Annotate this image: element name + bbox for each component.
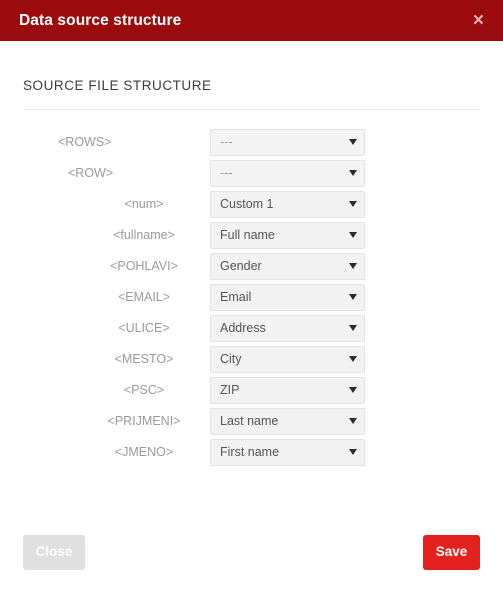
- structure-row: <MESTO> City: [23, 344, 480, 375]
- structure-node-label: <num>: [124, 196, 164, 211]
- structure-node-label: <PSC>: [123, 382, 165, 397]
- field-mapping-select-wrapper: ---: [210, 128, 365, 156]
- field-mapping-select-wrapper: Full name: [210, 221, 365, 249]
- structure-node-label: <POHLAVI>: [110, 258, 178, 273]
- save-button[interactable]: Save: [423, 534, 480, 570]
- close-button[interactable]: Close: [23, 534, 85, 570]
- structure-node-label: <EMAIL>: [117, 289, 171, 304]
- field-mapping-select-wrapper: City: [210, 345, 365, 373]
- structure-mapping-list: <ROWS> --- <ROW> --- <num> Custom 1 <fullname>…: [23, 127, 480, 468]
- dialog-title: Data source structure: [19, 11, 182, 29]
- structure-row: <POHLAVI> Gender: [23, 251, 480, 282]
- field-mapping-select[interactable]: ---: [210, 128, 365, 156]
- structure-node-label: <MESTO>: [114, 351, 174, 366]
- dialog-header: Data source structure ×: [0, 0, 503, 41]
- field-mapping-select-wrapper: Gender: [210, 252, 365, 280]
- structure-row: <PSC> ZIP: [23, 375, 480, 406]
- field-mapping-select-wrapper: First name: [210, 438, 365, 466]
- structure-row: <PRIJMENI> Last name: [23, 406, 480, 437]
- field-mapping-select[interactable]: ZIP: [210, 376, 365, 404]
- structure-row: <EMAIL> Email: [23, 282, 480, 313]
- dialog-body: SOURCE FILE STRUCTURE <ROWS> --- <ROW> --- <…: [0, 41, 503, 510]
- structure-node-label: <fullname>: [113, 227, 175, 242]
- dialog-footer: Close Save: [0, 510, 503, 594]
- field-mapping-select[interactable]: Full name: [210, 221, 365, 249]
- structure-row: <JMENO> First name: [23, 437, 480, 468]
- structure-node-label: <PRIJMENI>: [107, 413, 181, 428]
- structure-node-label: <ROW>: [68, 165, 114, 180]
- field-mapping-select[interactable]: Last name: [210, 407, 365, 435]
- field-mapping-select-wrapper: Address: [210, 314, 365, 342]
- field-mapping-select[interactable]: Email: [210, 283, 365, 311]
- field-mapping-select[interactable]: Address: [210, 314, 365, 342]
- field-mapping-select[interactable]: ---: [210, 159, 365, 187]
- field-mapping-select-wrapper: ZIP: [210, 376, 365, 404]
- structure-row: <fullname> Full name: [23, 220, 480, 251]
- field-mapping-select[interactable]: Gender: [210, 252, 365, 280]
- close-icon[interactable]: ×: [470, 9, 487, 32]
- section-heading: SOURCE FILE STRUCTURE: [23, 78, 212, 93]
- field-mapping-select[interactable]: City: [210, 345, 365, 373]
- structure-row: <ULICE> Address: [23, 313, 480, 344]
- structure-row: <ROW> ---: [23, 158, 480, 189]
- structure-node-label: <ULICE>: [118, 320, 170, 335]
- field-mapping-select-wrapper: Custom 1: [210, 190, 365, 218]
- data-source-structure-dialog: Data source structure × SOURCE FILE STRU…: [0, 0, 503, 594]
- field-mapping-select[interactable]: Custom 1: [210, 190, 365, 218]
- field-mapping-select[interactable]: First name: [210, 438, 365, 466]
- structure-row: <ROWS> ---: [23, 127, 480, 158]
- field-mapping-select-wrapper: Email: [210, 283, 365, 311]
- structure-row: <num> Custom 1: [23, 189, 480, 220]
- field-mapping-select-wrapper: Last name: [210, 407, 365, 435]
- structure-node-label: <JMENO>: [114, 444, 174, 459]
- field-mapping-select-wrapper: ---: [210, 159, 365, 187]
- structure-node-label: <ROWS>: [58, 134, 112, 149]
- section-divider: [23, 108, 480, 110]
